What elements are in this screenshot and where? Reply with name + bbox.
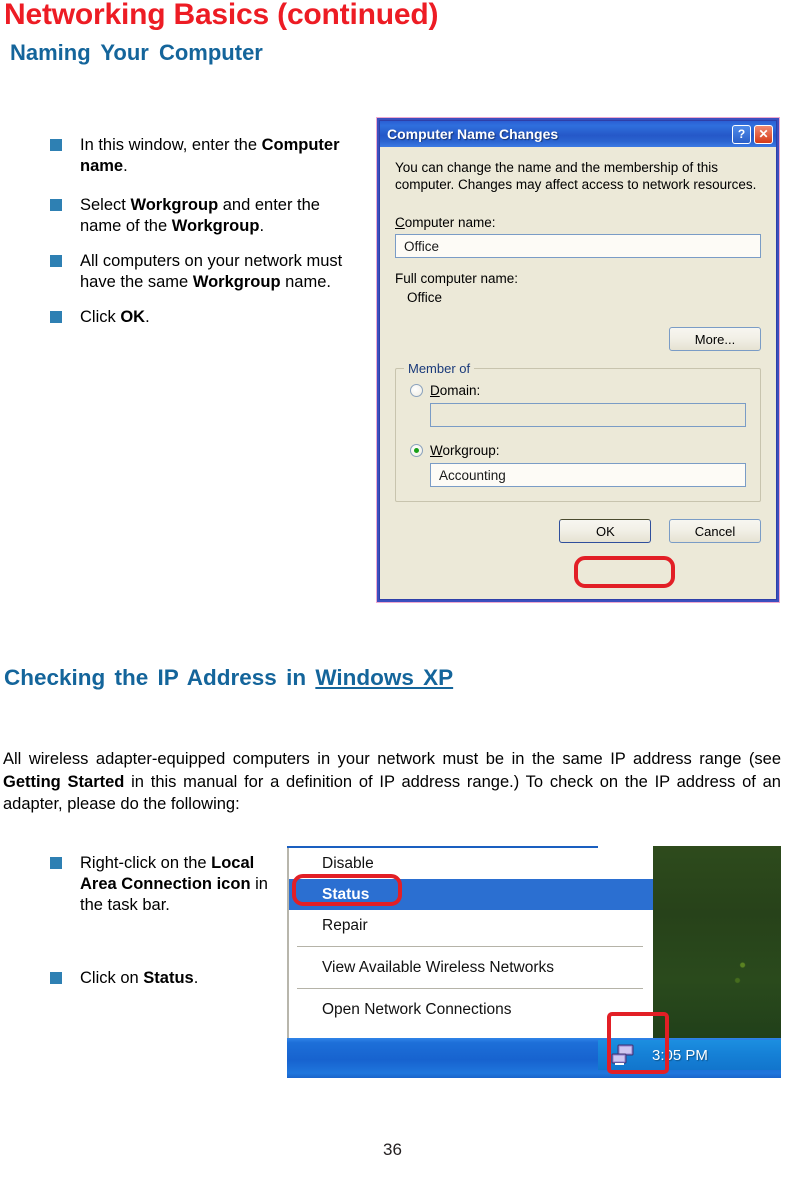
dialog-body: You can change the name and the membersh… [380, 147, 776, 599]
page-title: Networking Basics (continued) [4, 0, 439, 31]
bullet-square-icon [50, 857, 62, 869]
workgroup-radio-icon[interactable] [410, 444, 423, 457]
desktop-wallpaper [653, 846, 781, 1038]
section-heading-underlined: Windows XP [315, 665, 454, 690]
system-tray: 3:05 PM [598, 1040, 781, 1070]
domain-radio-icon[interactable] [410, 384, 423, 397]
page-number: 36 [383, 1140, 402, 1159]
dialog-title: Computer Name Changes [387, 126, 559, 142]
menu-item-view-available-wireless-networks[interactable]: View Available Wireless Networks [289, 952, 653, 983]
domain-input[interactable] [430, 403, 746, 427]
computer-name-value: Office [404, 238, 440, 254]
member-of-groupbox: Member of Domain: Workgroup: Accounting [395, 361, 761, 502]
workgroup-input[interactable]: Accounting [430, 463, 746, 487]
list-item-text: Click OK. [80, 308, 150, 326]
bullet-square-icon [50, 199, 62, 211]
list-item: Click on Status. [46, 968, 271, 989]
list-item-text: All computers on your network must have … [80, 252, 343, 291]
workgroup-label: Workgroup: [430, 443, 500, 458]
instructions-list-naming: In this window, enter the Computer name.… [46, 135, 346, 342]
list-item: Select Workgroup and enter the name of t… [46, 195, 346, 237]
domain-label: Domain: [430, 383, 481, 398]
list-item-text: Click on Status. [80, 969, 199, 987]
instructions-list-ip: Right-click on the Local Area Connection… [46, 853, 271, 1003]
list-item: Click OK. [46, 307, 346, 328]
context-menu: Disable Status Repair View Available Wir… [287, 848, 653, 1038]
menu-item-disable[interactable]: Disable [289, 848, 653, 879]
list-item: Right-click on the Local Area Connection… [46, 853, 271, 916]
domain-radio-row[interactable]: Domain: [410, 383, 746, 398]
workgroup-radio-row[interactable]: Workgroup: [410, 443, 746, 458]
cancel-button[interactable]: Cancel [669, 519, 761, 543]
taskbar-context-menu-screenshot: Disable Status Repair View Available Wir… [287, 846, 781, 1078]
more-button[interactable]: More... [669, 327, 761, 351]
ok-button[interactable]: OK [559, 519, 652, 543]
list-item: In this window, enter the Computer name. [46, 135, 346, 177]
list-item-text: Select Workgroup and enter the name of t… [80, 196, 320, 235]
list-item-text: In this window, enter the Computer name. [80, 136, 340, 175]
list-item-text: Right-click on the Local Area Connection… [80, 854, 268, 914]
bullet-square-icon [50, 972, 62, 984]
page-subtitle: Naming Your Computer [10, 40, 263, 65]
bullet-square-icon [50, 311, 62, 323]
network-connection-icon[interactable] [610, 1044, 636, 1066]
list-item: All computers on your network must have … [46, 251, 346, 293]
dialog-titlebar: Computer Name Changes ? ✕ [380, 121, 776, 147]
computer-name-input[interactable]: Office [395, 234, 761, 258]
bullet-square-icon [50, 255, 62, 267]
workgroup-value: Accounting [439, 467, 506, 483]
menu-item-open-network-connections[interactable]: Open Network Connections [289, 994, 653, 1025]
section-paragraph: All wireless adapter-equipped computers … [3, 748, 781, 816]
computer-name-changes-dialog: Computer Name Changes ? ✕ You can change… [376, 117, 780, 603]
help-icon[interactable]: ? [732, 124, 751, 144]
bullet-square-icon [50, 139, 62, 151]
menu-separator [297, 988, 643, 989]
section-paragraph-text: All wireless adapter-equipped computers … [3, 750, 781, 813]
menu-item-status[interactable]: Status [289, 879, 653, 910]
menu-item-repair[interactable]: Repair [289, 910, 653, 941]
full-computer-name-value: Office [407, 290, 443, 305]
section-heading-plain: Checking the IP Address in [4, 665, 316, 690]
dialog-description: You can change the name and the membersh… [395, 160, 757, 192]
computer-name-label: Computer name: [395, 215, 496, 230]
menu-separator [297, 946, 643, 947]
full-computer-name-label: Full computer name: [395, 271, 519, 286]
member-of-legend: Member of [404, 361, 475, 376]
section-heading: Checking the IP Address in Windows XP [4, 665, 453, 691]
taskbar-clock: 3:05 PM [652, 1046, 708, 1064]
close-icon[interactable]: ✕ [754, 124, 773, 144]
